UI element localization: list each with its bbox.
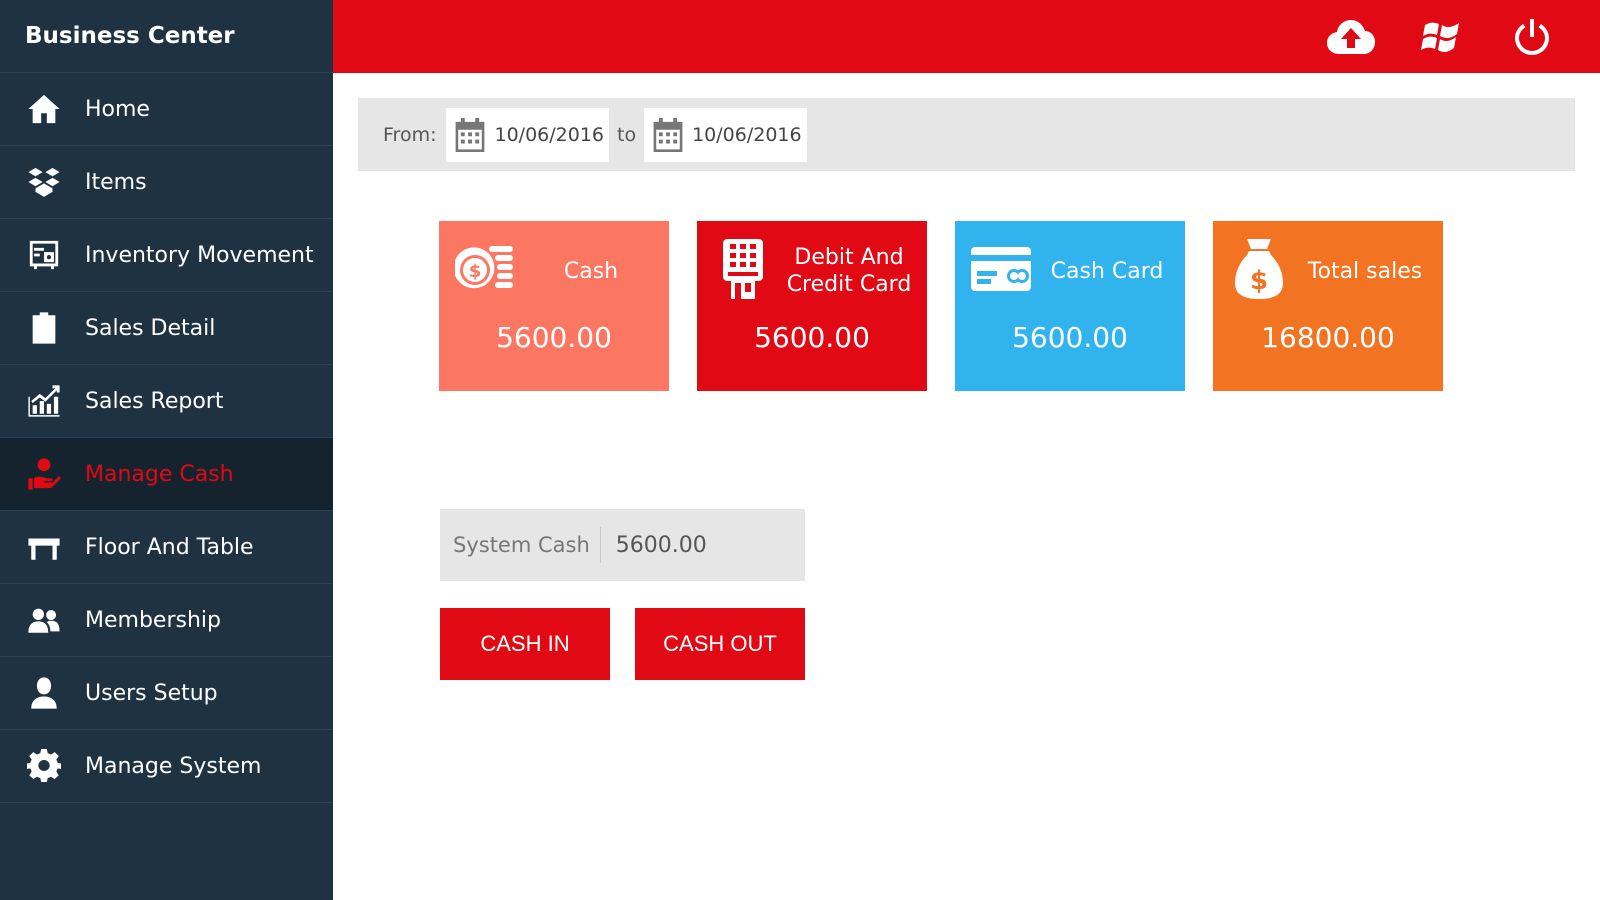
card-value: 5600.00 — [754, 321, 870, 354]
card-title: Cash Card — [1050, 258, 1164, 284]
card-value: 5600.00 — [496, 321, 612, 354]
svg-text:$: $ — [469, 261, 482, 282]
date-filter-bar: From: 10/06/2016 to 10/06/2016 — [358, 98, 1575, 171]
sidebar-item-items[interactable]: Items — [0, 146, 333, 219]
total-sales-summary-card: $ Total sales 16800.00 — [1213, 221, 1443, 391]
hand-coin-icon — [26, 456, 62, 492]
money-bag-icon: $ — [1229, 239, 1289, 299]
card-title: Cash — [563, 258, 619, 284]
from-date-picker[interactable]: 10/06/2016 — [446, 107, 609, 162]
safe-icon — [26, 237, 62, 273]
cash-in-button[interactable]: CASH IN — [440, 608, 610, 680]
sidebar-item-label: Sales Detail — [85, 315, 216, 341]
sidebar-item-membership[interactable]: Membership — [0, 584, 333, 657]
cash-out-button[interactable]: CASH OUT — [635, 608, 805, 680]
sidebar-item-label: Users Setup — [85, 680, 218, 706]
svg-text:$: $ — [1250, 266, 1268, 296]
sidebar-item-label: Items — [85, 169, 147, 195]
system-cash-label: System Cash — [440, 527, 601, 563]
cash-summary-card: $ Cash 5600.00 — [439, 221, 669, 391]
gear-icon — [26, 748, 62, 784]
power-icon[interactable] — [1508, 14, 1556, 60]
sidebar-item-floor-and-table[interactable]: Floor And Table — [0, 511, 333, 584]
sidebar-item-label: Floor And Table — [85, 534, 254, 560]
home-icon — [26, 91, 62, 127]
sidebar-item-label: Membership — [85, 607, 221, 633]
sidebar-item-manage-system[interactable]: Manage System — [0, 730, 333, 803]
users-icon — [26, 602, 62, 638]
sidebar-item-inventory-movement[interactable]: Inventory Movement — [0, 219, 333, 292]
cash-card-summary-card: Cash Card 5600.00 — [955, 221, 1185, 391]
card-title: Total sales — [1307, 258, 1423, 284]
from-date-value: 10/06/2016 — [494, 123, 604, 146]
system-cash-value: 5600.00 — [615, 532, 707, 558]
card-value: 5600.00 — [1012, 321, 1128, 354]
boxes-icon — [26, 164, 62, 200]
debit-credit-summary-card: Debit And Credit Card 5600.00 — [697, 221, 927, 391]
calendar-icon — [456, 117, 485, 152]
from-label: From: — [383, 123, 437, 146]
card-value: 16800.00 — [1261, 321, 1395, 354]
sidebar-item-label: Sales Report — [85, 388, 224, 414]
coins-icon: $ — [455, 239, 515, 299]
sidebar-item-label: Inventory Movement — [85, 242, 314, 268]
windows-icon[interactable] — [1417, 14, 1465, 60]
sidebar-item-label: Manage Cash — [85, 461, 234, 487]
sidebar-item-users-setup[interactable]: Users Setup — [0, 657, 333, 730]
credit-card-icon — [971, 239, 1031, 299]
sidebar-item-label: Manage System — [85, 753, 262, 779]
chart-icon — [26, 383, 62, 419]
top-bar — [333, 0, 1600, 73]
to-date-picker[interactable]: 10/06/2016 — [644, 107, 807, 162]
card-title: Debit And Credit Card — [786, 245, 912, 297]
table-icon — [26, 529, 62, 565]
to-date-value: 10/06/2016 — [692, 123, 802, 146]
sidebar-item-sales-detail[interactable]: Sales Detail — [0, 292, 333, 365]
calendar-icon — [653, 117, 683, 152]
sidebar: Business Center Home Items Inventory Mov… — [0, 0, 333, 900]
brand-title: Business Center — [0, 0, 333, 73]
user-icon — [26, 675, 62, 711]
card-terminal-icon — [713, 239, 773, 299]
system-cash-field: System Cash 5600.00 — [440, 509, 805, 581]
sidebar-item-sales-report[interactable]: Sales Report — [0, 365, 333, 438]
sidebar-item-home[interactable]: Home — [0, 73, 333, 146]
to-label: to — [617, 123, 637, 146]
sidebar-item-manage-cash[interactable]: Manage Cash — [0, 438, 333, 511]
clipboard-icon — [26, 310, 62, 346]
cloud-upload-icon[interactable] — [1327, 14, 1375, 60]
sidebar-item-label: Home — [85, 96, 150, 122]
